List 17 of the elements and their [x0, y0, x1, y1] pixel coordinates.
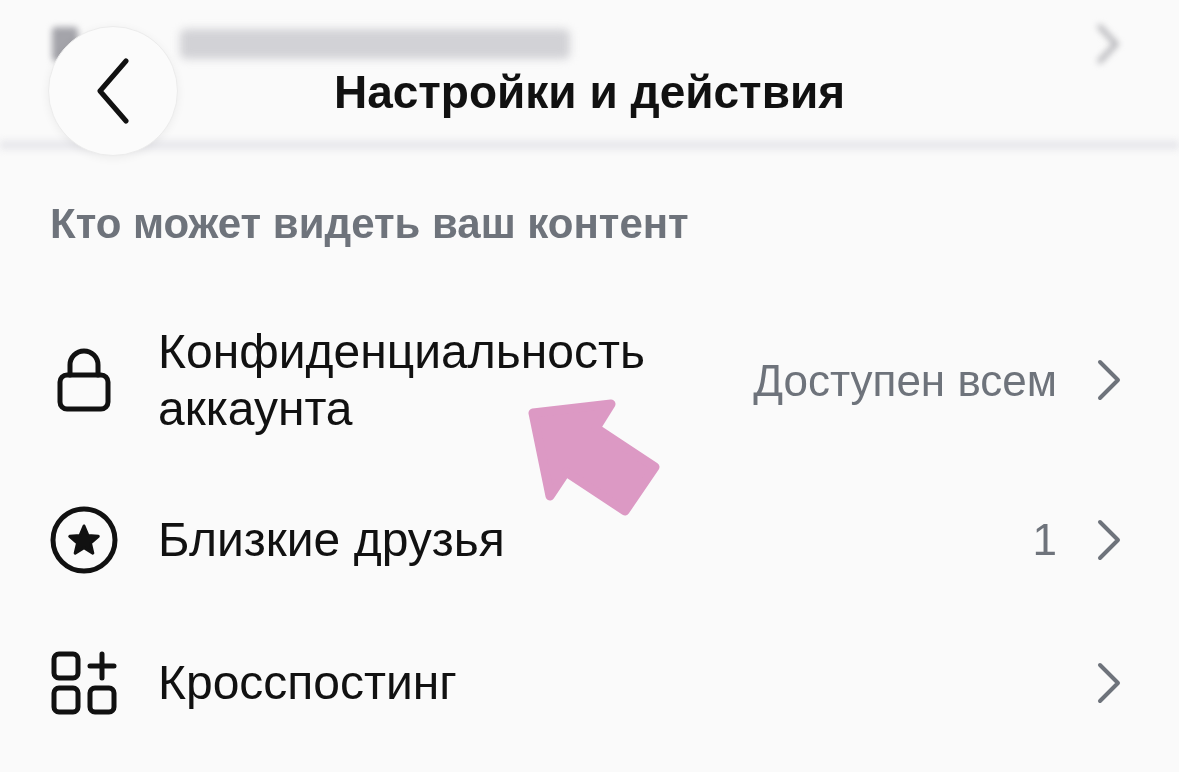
setting-value: 1: [1032, 514, 1057, 566]
setting-value: Доступен всем: [753, 354, 1057, 407]
setting-label[interactable]: Конфиденциальность аккаунта: [158, 323, 698, 437]
section-heading: Кто может видеть ваш контент: [50, 200, 689, 247]
chevron-left-icon: [96, 58, 130, 124]
star-in-circle-icon: [50, 505, 118, 574]
setting-label[interactable]: Близкие друзья: [158, 511, 505, 568]
chevron-right-icon: [1097, 518, 1121, 561]
blurred-chevron-icon: [1097, 24, 1119, 64]
chevron-right-icon: [1097, 661, 1121, 704]
setting-label[interactable]: Кросспостинг: [158, 654, 457, 711]
pointer-arrow-icon: [526, 397, 662, 518]
lock-icon: [57, 348, 111, 412]
page-title: Настройки и действия: [333, 65, 846, 120]
chevron-right-icon: [1097, 359, 1121, 401]
back-button[interactable]: [48, 26, 178, 156]
squares-plus-icon: [51, 650, 117, 715]
